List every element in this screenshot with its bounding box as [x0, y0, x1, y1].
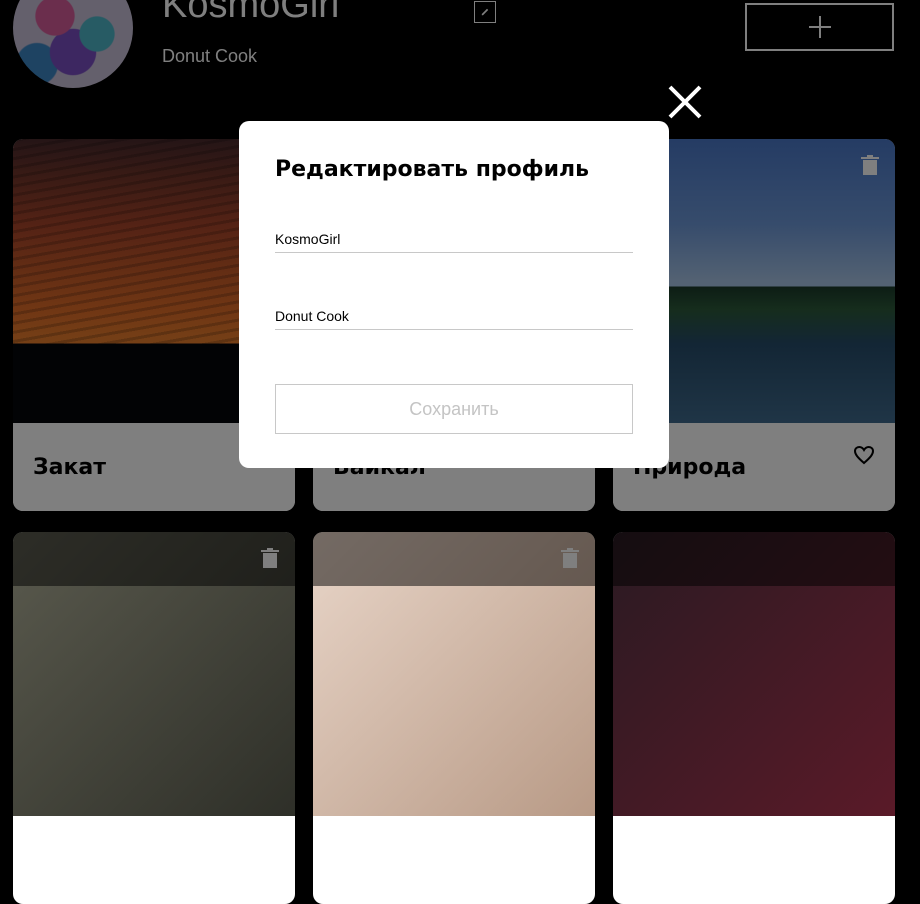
edit-profile-modal: Редактировать профиль Сохранить [239, 121, 669, 468]
name-input[interactable] [275, 225, 633, 253]
card [613, 532, 895, 904]
close-modal-button[interactable] [668, 85, 702, 119]
close-icon [668, 85, 702, 119]
save-button[interactable]: Сохранить [275, 384, 633, 434]
modal-title: Редактировать профиль [275, 157, 590, 182]
card [313, 532, 595, 904]
card [13, 532, 295, 904]
job-input[interactable] [275, 302, 633, 330]
